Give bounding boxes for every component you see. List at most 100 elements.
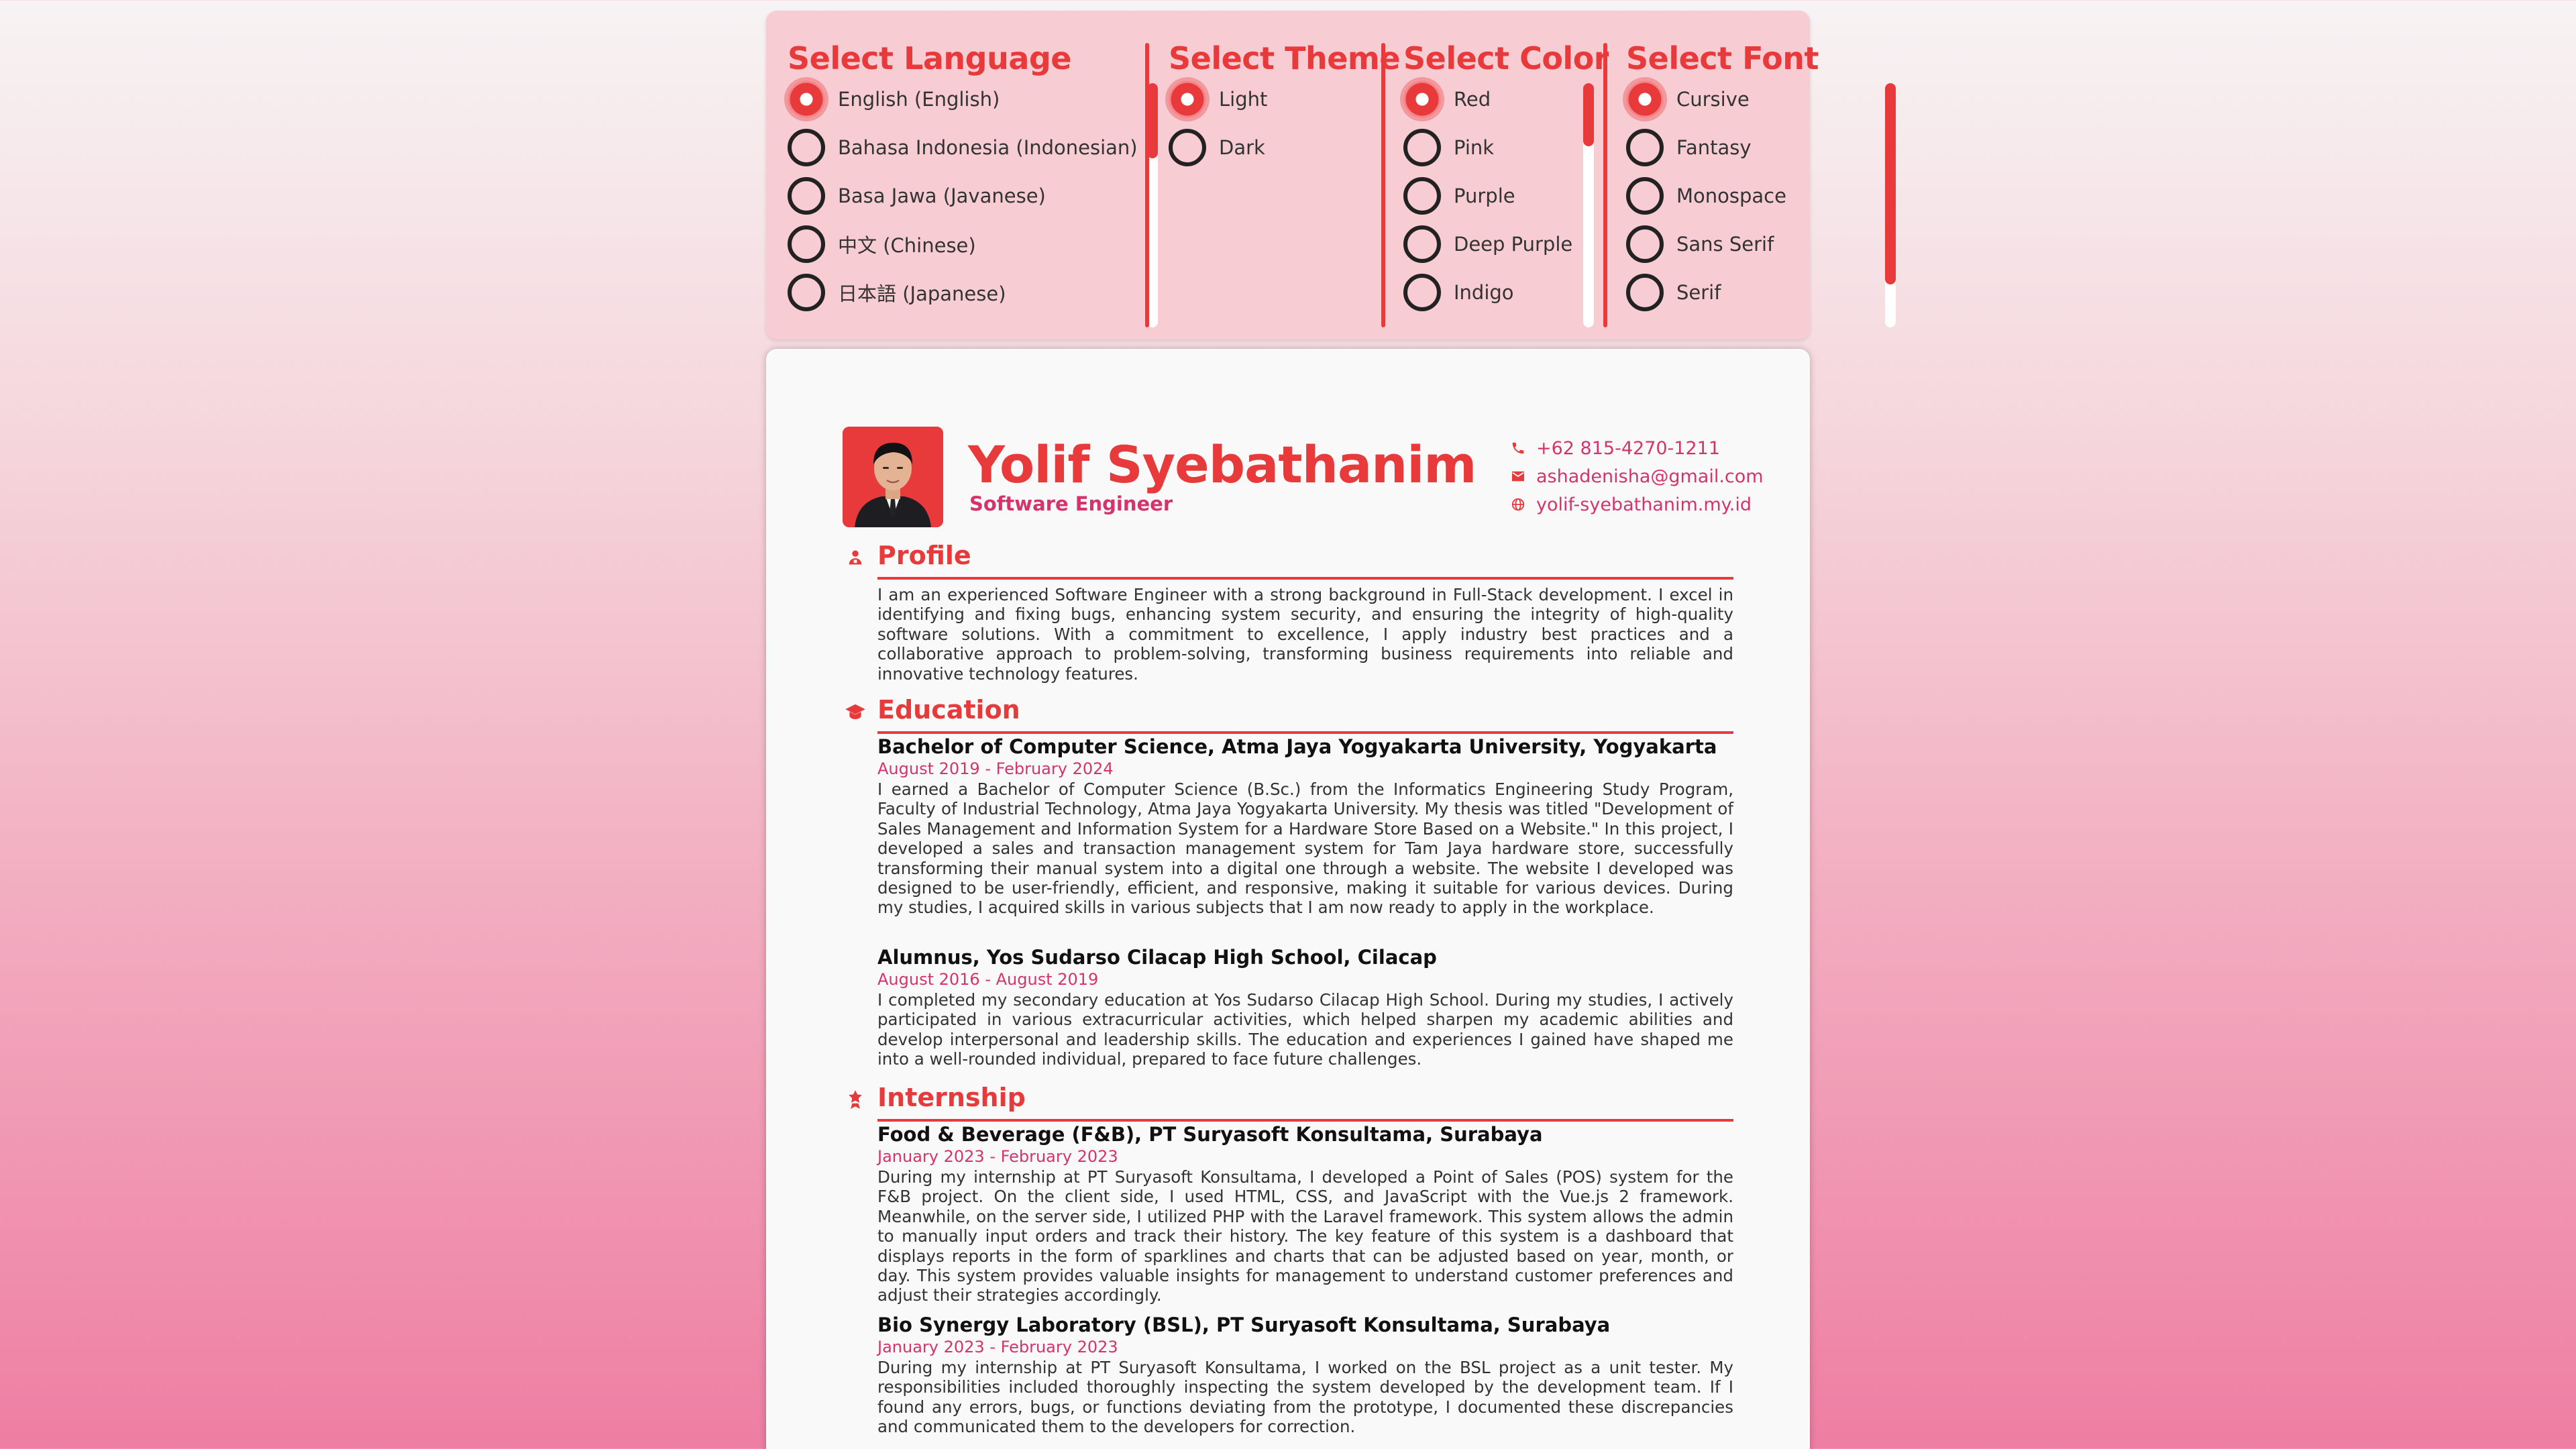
internship-entry-text: During my internship at PT Suryasoft Kon…	[877, 1167, 1733, 1305]
mail-icon	[1509, 470, 1527, 482]
radio-unchecked-icon[interactable]	[1403, 177, 1441, 215]
graduation-cap-icon	[844, 700, 867, 723]
language-selector: Select Language English (English) Bahasa…	[788, 11, 1158, 339]
color-option-pink[interactable]: Pink	[1403, 127, 1494, 168]
globe-icon	[1509, 497, 1527, 512]
divider	[1145, 43, 1149, 327]
section-divider	[877, 577, 1733, 580]
language-option-label: Basa Jawa (Javanese)	[838, 184, 1046, 207]
radio-unchecked-icon[interactable]	[788, 274, 825, 311]
section-title-profile: Profile	[877, 541, 971, 570]
language-option-indonesian[interactable]: Bahasa Indonesia (Indonesian)	[788, 127, 1138, 168]
font-scrollbar-thumb[interactable]	[1885, 83, 1896, 284]
education-entry-text: I completed my secondary education at Yo…	[877, 990, 1733, 1069]
color-option-label: Indigo	[1454, 281, 1514, 304]
education-entry-date: August 2019 - February 2024	[877, 759, 1114, 778]
divider	[1381, 43, 1385, 327]
section-divider	[877, 731, 1733, 734]
education-entry-title: Bachelor of Computer Science, Atma Jaya …	[877, 735, 1717, 758]
resume-name: Yolif Syebathanim	[968, 435, 1477, 494]
internship-entry-title: Food & Beverage (F&B), PT Suryasoft Kons…	[877, 1123, 1543, 1146]
education-entry-title: Alumnus, Yos Sudarso Cilacap High School…	[877, 946, 1437, 969]
color-selector-title: Select Color	[1403, 40, 1609, 76]
contact-website[interactable]: yolif-syebathanim.my.id	[1509, 491, 1752, 518]
radio-checked-icon[interactable]	[1169, 80, 1206, 118]
internship-entry-title: Bio Synergy Laboratory (BSL), PT Suryaso…	[877, 1313, 1611, 1336]
contact-email-text[interactable]: ashadenisha@gmail.com	[1536, 466, 1764, 487]
theme-selector: Select Theme Light Dark	[1169, 11, 1401, 339]
contact-phone-text[interactable]: +62 815-4270-1211	[1536, 438, 1720, 459]
language-option-japanese[interactable]: 日本語 (Japanese)	[788, 272, 1006, 313]
color-option-label: Pink	[1454, 136, 1495, 159]
radio-unchecked-icon[interactable]	[1626, 177, 1664, 215]
color-option-label: Purple	[1454, 184, 1515, 207]
education-entry-date: August 2016 - August 2019	[877, 970, 1099, 989]
radio-unchecked-icon[interactable]	[1169, 129, 1206, 166]
radio-unchecked-icon[interactable]	[1626, 129, 1664, 166]
font-option-sans-serif[interactable]: Sans Serif	[1626, 224, 1774, 264]
font-scrollbar[interactable]	[1885, 83, 1896, 327]
font-option-fantasy[interactable]: Fantasy	[1626, 127, 1752, 168]
user-icon	[844, 546, 867, 569]
language-option-javanese[interactable]: Basa Jawa (Javanese)	[788, 176, 1046, 216]
radio-unchecked-icon[interactable]	[788, 225, 825, 263]
radio-unchecked-icon[interactable]	[1403, 225, 1441, 263]
internship-entry-text: During my internship at PT Suryasoft Kon…	[877, 1358, 1733, 1437]
section-divider	[877, 1119, 1733, 1122]
resume-card: Yolif Syebathanim Software Engineer +62 …	[766, 349, 1810, 1449]
badge-icon	[844, 1088, 867, 1111]
radio-unchecked-icon[interactable]	[1403, 129, 1441, 166]
language-selector-title: Select Language	[788, 40, 1072, 76]
color-scrollbar[interactable]	[1583, 83, 1594, 327]
language-option-label: English (English)	[838, 88, 1000, 111]
font-selector-title: Select Font	[1626, 40, 1819, 76]
color-option-indigo[interactable]: Indigo	[1403, 272, 1514, 313]
color-option-red[interactable]: Red	[1403, 79, 1491, 119]
language-option-label: 中文 (Chinese)	[838, 234, 976, 257]
education-entry-text: I earned a Bachelor of Computer Science …	[877, 780, 1733, 918]
contact-website-text[interactable]: yolif-syebathanim.my.id	[1536, 494, 1752, 515]
font-option-label: Serif	[1676, 281, 1721, 304]
theme-option-dark[interactable]: Dark	[1169, 127, 1265, 168]
radio-checked-icon[interactable]	[788, 80, 825, 118]
font-option-label: Fantasy	[1676, 136, 1752, 159]
color-option-purple[interactable]: Purple	[1403, 176, 1515, 216]
contact-email[interactable]: ashadenisha@gmail.com	[1509, 463, 1764, 490]
font-selector: Select Font Cursive Fantasy Monospace Sa…	[1626, 11, 1896, 339]
color-option-label: Red	[1454, 88, 1491, 111]
profile-text: I am an experienced Software Engineer wi…	[877, 585, 1733, 684]
section-title-internship: Internship	[877, 1083, 1026, 1112]
theme-option-label: Light	[1219, 88, 1268, 111]
font-option-label: Monospace	[1676, 184, 1786, 207]
divider	[1603, 43, 1607, 327]
section-title-education: Education	[877, 695, 1020, 724]
settings-panel: Select Language English (English) Bahasa…	[766, 11, 1896, 339]
phone-icon	[1509, 441, 1527, 455]
font-option-cursive[interactable]: Cursive	[1626, 79, 1750, 119]
radio-unchecked-icon[interactable]	[788, 177, 825, 215]
font-option-label: Cursive	[1676, 88, 1750, 111]
language-option-label: 日本語 (Japanese)	[838, 282, 1006, 305]
resume-job-title: Software Engineer	[969, 492, 1173, 515]
radio-checked-icon[interactable]	[1626, 80, 1664, 118]
contact-phone[interactable]: +62 815-4270-1211	[1509, 435, 1720, 462]
language-option-label: Bahasa Indonesia (Indonesian)	[838, 136, 1138, 159]
font-option-label: Sans Serif	[1676, 233, 1774, 256]
theme-option-light[interactable]: Light	[1169, 79, 1267, 119]
language-option-english[interactable]: English (English)	[788, 79, 1000, 119]
radio-unchecked-icon[interactable]	[1626, 225, 1664, 263]
theme-option-label: Dark	[1219, 136, 1265, 159]
radio-unchecked-icon[interactable]	[788, 129, 825, 166]
radio-unchecked-icon[interactable]	[1626, 274, 1664, 311]
font-option-monospace[interactable]: Monospace	[1626, 176, 1786, 216]
radio-checked-icon[interactable]	[1403, 80, 1441, 118]
color-option-deep-purple[interactable]: Deep Purple	[1403, 224, 1572, 264]
avatar-portrait-icon	[843, 427, 943, 527]
color-option-label: Deep Purple	[1454, 233, 1573, 256]
radio-unchecked-icon[interactable]	[1403, 274, 1441, 311]
font-option-serif[interactable]: Serif	[1626, 272, 1721, 313]
theme-selector-title: Select Theme	[1169, 40, 1401, 76]
color-scrollbar-thumb[interactable]	[1583, 83, 1594, 146]
avatar	[843, 427, 943, 527]
language-option-chinese[interactable]: 中文 (Chinese)	[788, 224, 976, 264]
